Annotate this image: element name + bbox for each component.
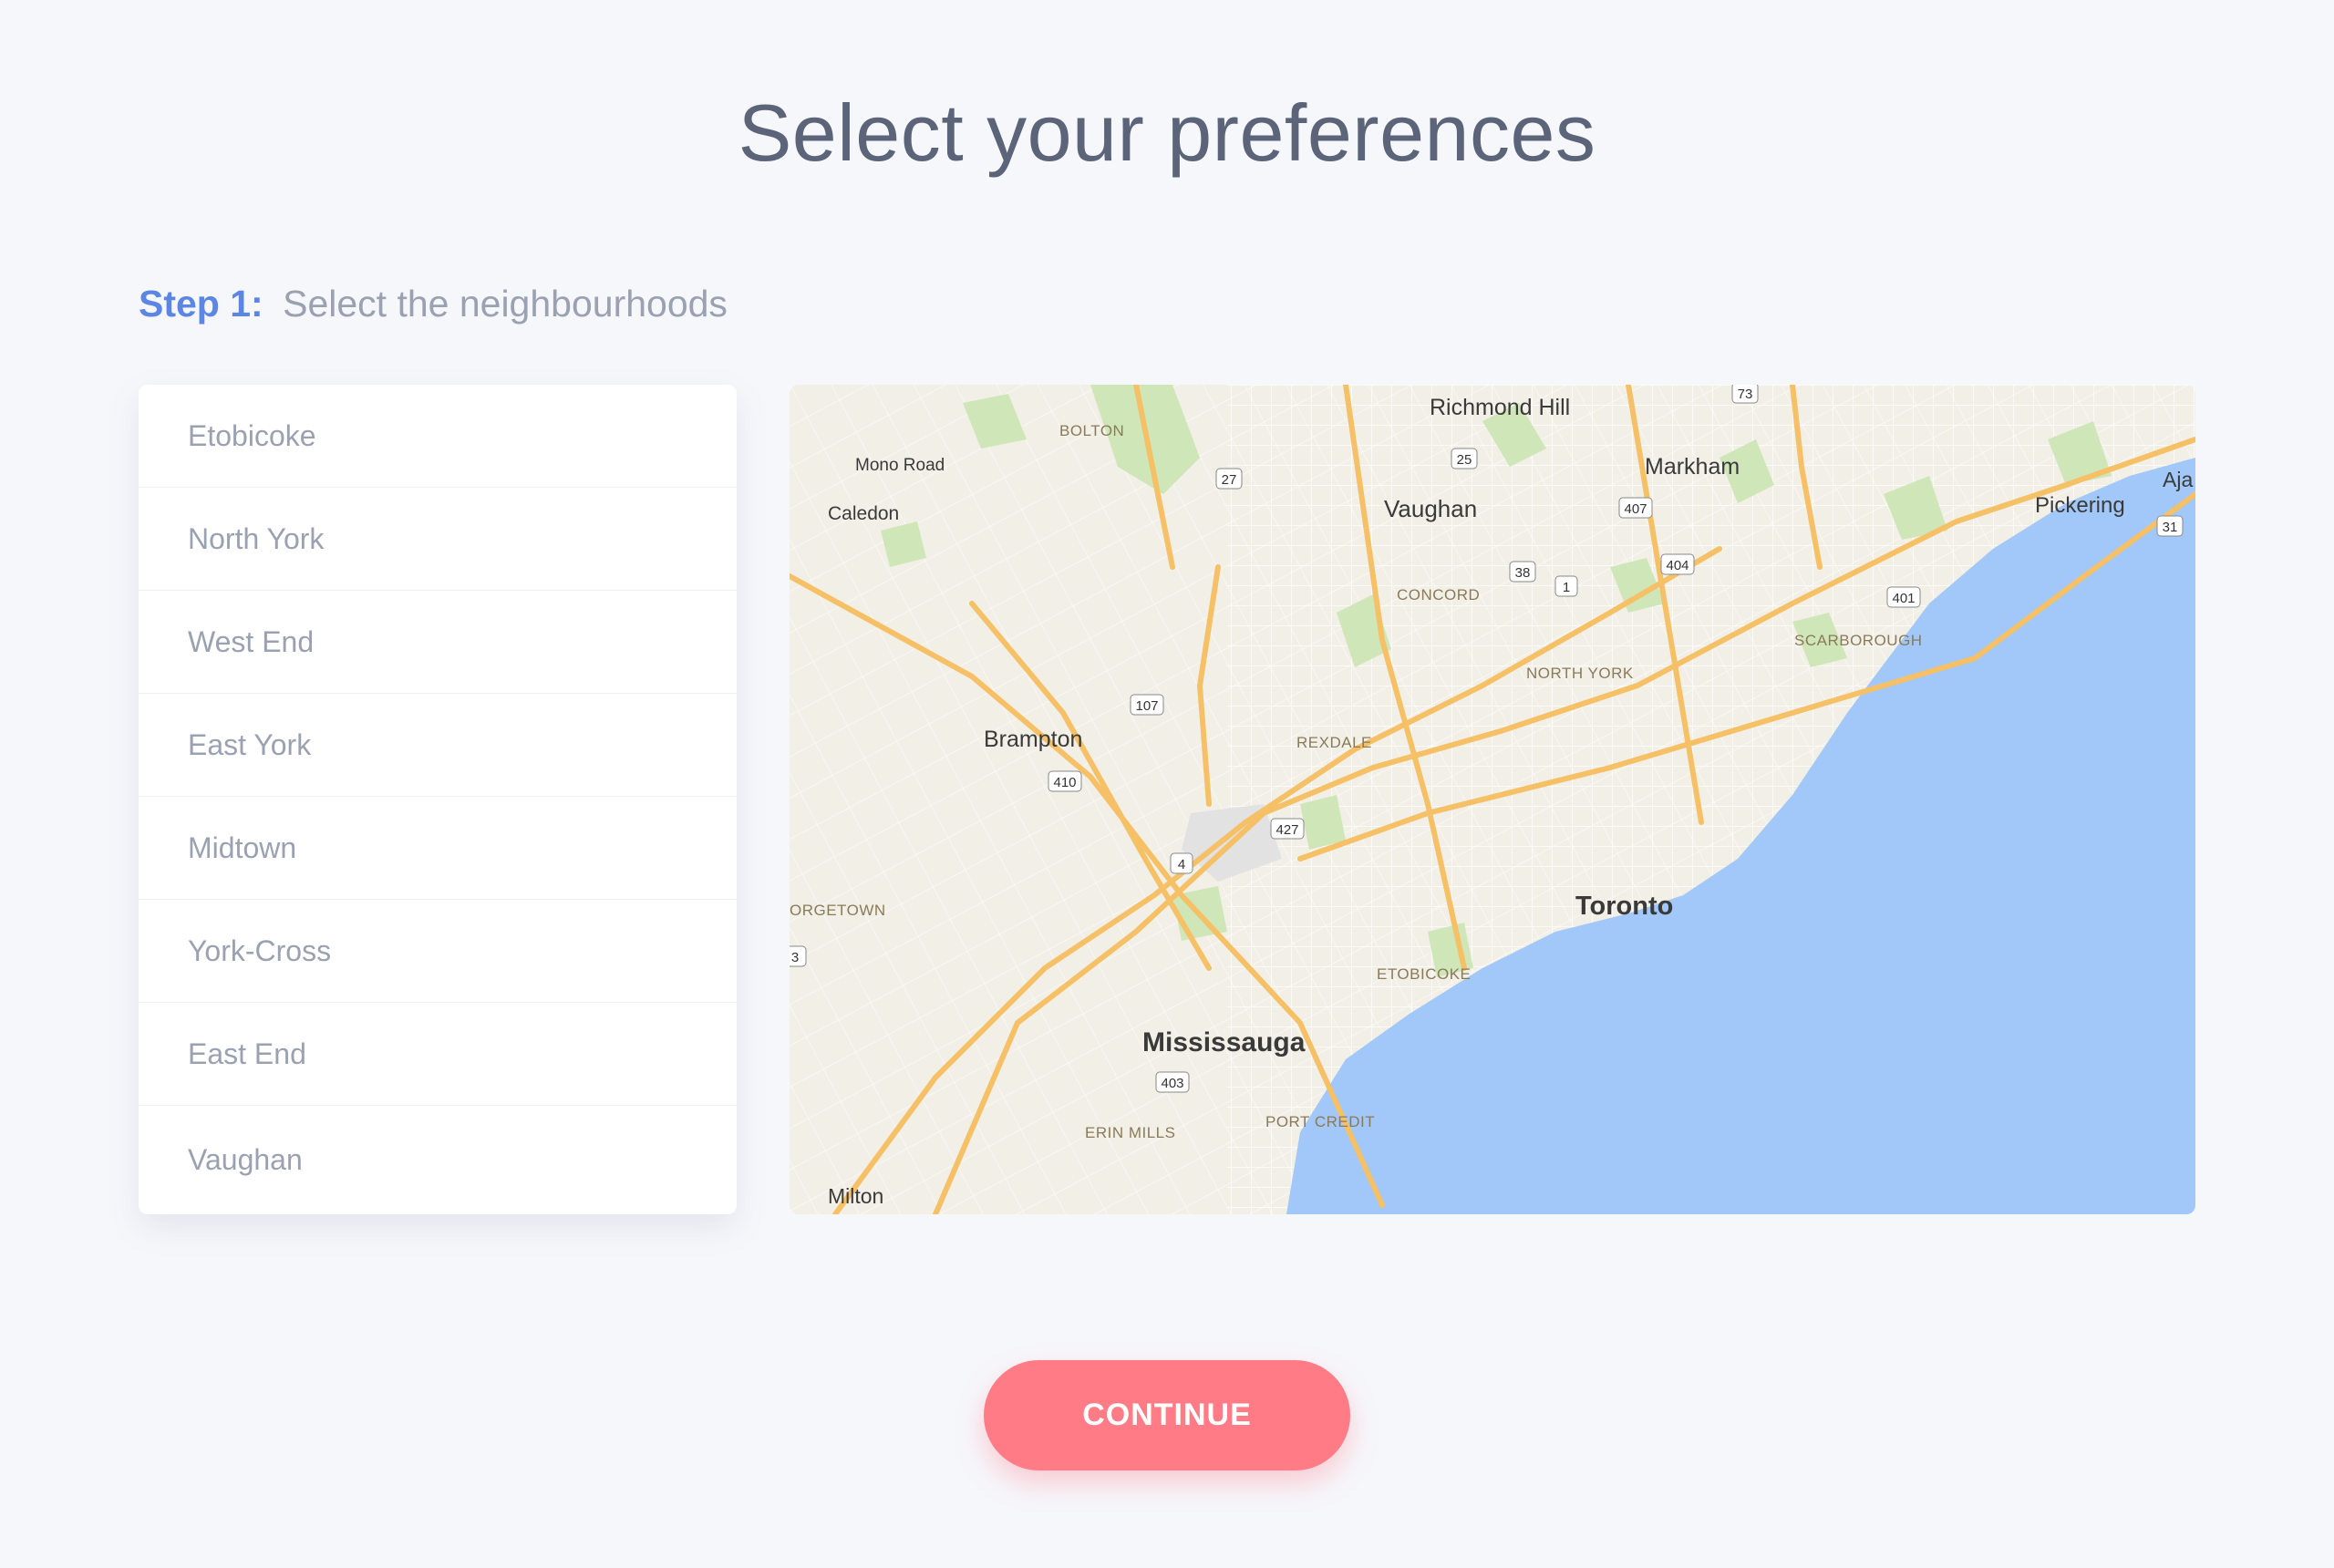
step-heading: Step 1: Select the neighbourhoods	[139, 283, 728, 325]
svg-text:Milton: Milton	[828, 1184, 883, 1208]
svg-text:403: 403	[1161, 1076, 1183, 1091]
svg-text:Aja: Aja	[2163, 468, 2193, 491]
svg-text:Mississauga: Mississauga	[1142, 1027, 1306, 1057]
svg-text:PORT CREDIT: PORT CREDIT	[1265, 1113, 1375, 1130]
step-text: Select the neighbourhoods	[283, 283, 728, 325]
step-label: Step 1:	[139, 283, 263, 325]
svg-text:ORGETOWN: ORGETOWN	[790, 902, 886, 919]
svg-text:Richmond Hill: Richmond Hill	[1430, 395, 1570, 420]
svg-text:73: 73	[1738, 387, 1753, 402]
svg-text:38: 38	[1515, 565, 1531, 581]
svg-text:31: 31	[2163, 520, 2178, 535]
svg-text:CONCORD: CONCORD	[1397, 586, 1480, 603]
svg-text:410: 410	[1053, 775, 1076, 790]
svg-text:BOLTON: BOLTON	[1059, 422, 1124, 439]
neighbourhood-item-york-cross[interactable]: York-Cross	[139, 900, 737, 1003]
neighbourhood-item-east-end[interactable]: East End	[139, 1003, 737, 1106]
svg-text:401: 401	[1892, 591, 1915, 606]
page-title: Select your preferences	[738, 88, 1596, 178]
svg-text:Markham: Markham	[1645, 454, 1740, 480]
svg-text:NORTH YORK: NORTH YORK	[1526, 665, 1634, 682]
svg-text:Brampton: Brampton	[984, 727, 1082, 752]
svg-text:Mono Road: Mono Road	[855, 456, 945, 475]
continue-button[interactable]: CONTINUE	[984, 1360, 1350, 1470]
svg-text:404: 404	[1666, 558, 1689, 573]
neighbourhood-item-west-end[interactable]: West End	[139, 591, 737, 694]
svg-text:Toronto: Toronto	[1575, 892, 1673, 921]
svg-text:4: 4	[1178, 857, 1185, 872]
svg-text:27: 27	[1222, 472, 1237, 488]
svg-text:1: 1	[1563, 580, 1570, 595]
svg-text:25: 25	[1457, 452, 1472, 468]
svg-text:407: 407	[1624, 501, 1647, 517]
svg-text:Pickering: Pickering	[2035, 493, 2125, 518]
svg-text:3: 3	[791, 950, 799, 965]
neighbourhood-map[interactable]: Richmond Hill Markham Vaughan Pickering …	[790, 385, 2195, 1214]
neighbourhood-list: Etobicoke North York West End East York …	[139, 385, 737, 1214]
svg-text:REXDALE: REXDALE	[1296, 734, 1372, 751]
svg-text:ERIN MILLS: ERIN MILLS	[1085, 1124, 1175, 1141]
svg-text:427: 427	[1275, 822, 1298, 838]
neighbourhood-item-vaughan[interactable]: Vaughan	[139, 1106, 737, 1214]
svg-text:ETOBICOKE: ETOBICOKE	[1377, 965, 1471, 983]
neighbourhood-item-midtown[interactable]: Midtown	[139, 797, 737, 900]
neighbourhood-item-etobicoke[interactable]: Etobicoke	[139, 385, 737, 488]
svg-text:107: 107	[1135, 698, 1158, 714]
neighbourhood-item-east-york[interactable]: East York	[139, 694, 737, 797]
svg-text:Caledon: Caledon	[828, 503, 899, 524]
svg-text:Vaughan: Vaughan	[1384, 495, 1477, 522]
neighbourhood-item-north-york[interactable]: North York	[139, 488, 737, 591]
svg-text:SCARBOROUGH: SCARBOROUGH	[1794, 632, 1923, 649]
